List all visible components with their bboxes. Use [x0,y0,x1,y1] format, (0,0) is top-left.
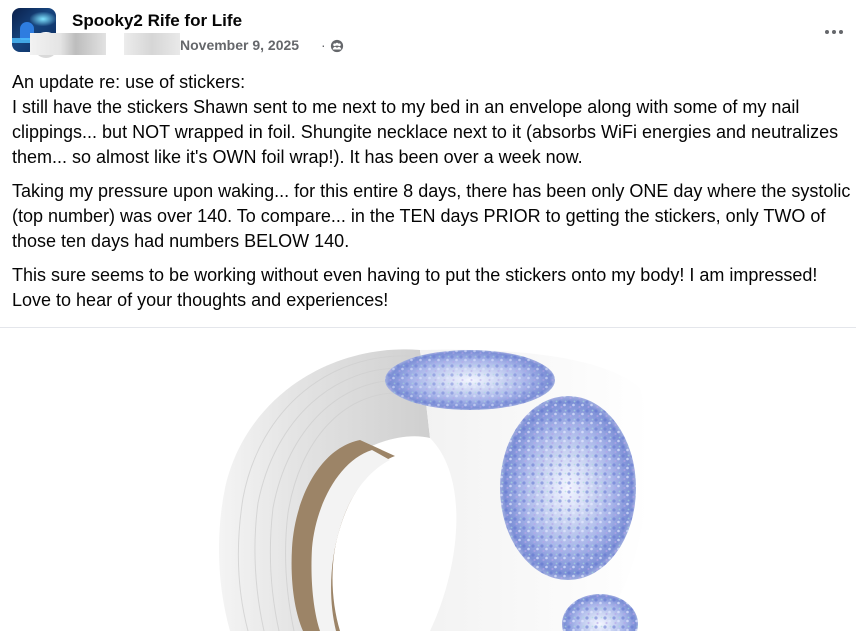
post-meta: November 9, 2025 · [30,33,370,57]
more-options-icon [825,30,829,34]
sticker-roll-image [218,349,650,631]
redacted-author-name-2 [124,33,180,55]
post-header: Spooky2 Rife for Life November 9, 2025 · [0,0,856,70]
post-photo[interactable] [0,328,856,631]
post-paragraph: Taking my pressure upon waking... for th… [12,181,851,251]
group-name-link[interactable]: Spooky2 Rife for Life [72,11,242,31]
post-body: An update re: use of stickers: I still h… [12,70,856,322]
post-timestamp[interactable]: November 9, 2025 [180,37,299,53]
post-paragraph: This sure seems to be working without ev… [12,265,818,310]
more-options-button[interactable] [816,18,852,46]
group-audience-icon[interactable] [330,39,344,53]
post-paragraph: An update re: use of stickers: I still h… [12,72,839,167]
meta-separator: · [321,37,326,53]
redacted-author-name [30,33,106,55]
